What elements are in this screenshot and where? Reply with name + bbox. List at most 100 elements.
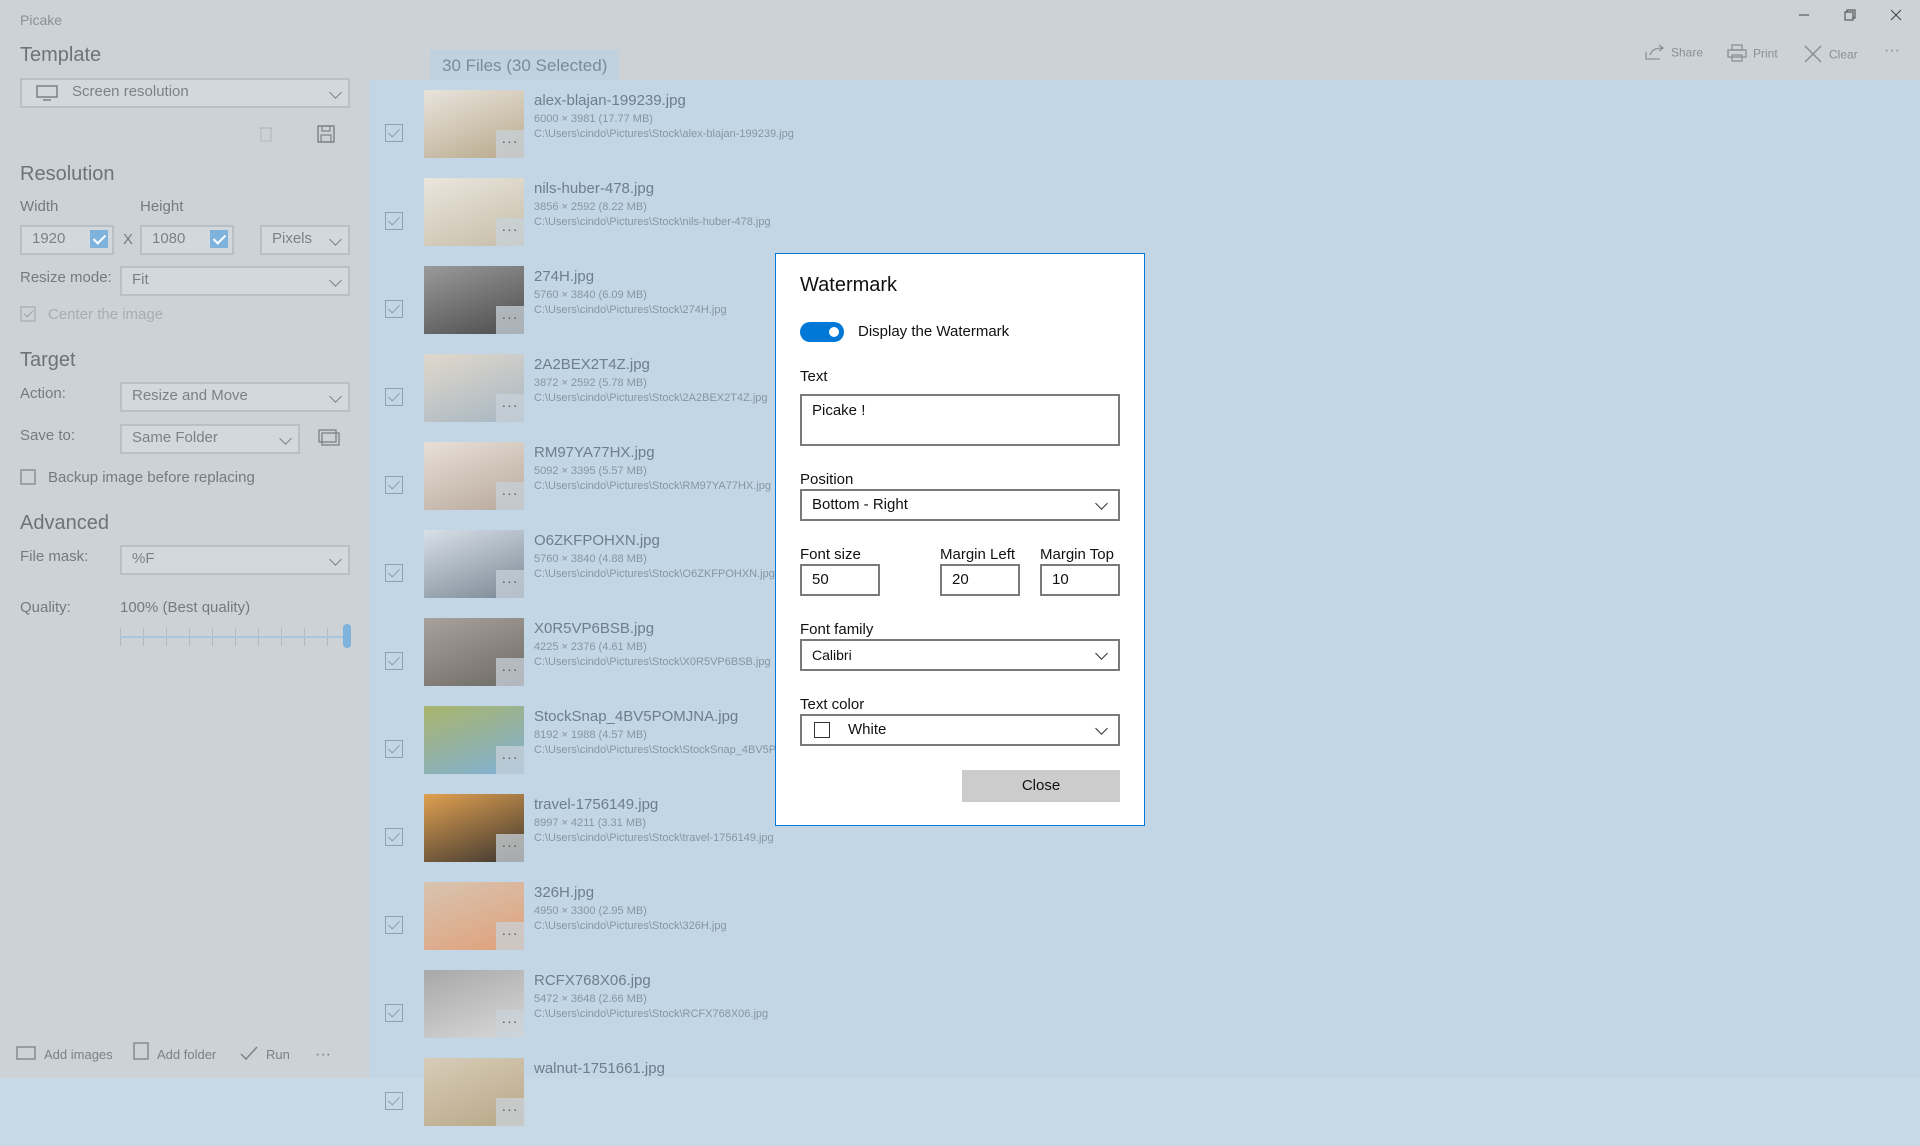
file-checkbox[interactable] <box>385 564 403 582</box>
action-dropdown[interactable]: Resize and Move <box>120 382 350 412</box>
file-options-button[interactable]: ··· <box>496 922 524 950</box>
file-checkbox[interactable] <box>385 476 403 494</box>
chevron-down-icon <box>1095 497 1108 510</box>
file-checkbox[interactable] <box>385 828 403 846</box>
position-value: Bottom - Right <box>812 496 908 513</box>
more-options-button[interactable]: ··· <box>315 1032 331 1078</box>
file-row[interactable]: ··· alex-blajan-199239.jpg 6000 × 3981 (17… <box>370 90 1920 178</box>
file-name: 326H.jpg <box>534 884 595 901</box>
watermark-dialog: Watermark Display the Watermark Text Pic… <box>775 253 1145 826</box>
template-value: Screen resolution <box>72 83 189 100</box>
file-row[interactable]: ··· travel-1756149.jpg 8997 × 4211 (3.31 M… <box>370 794 1920 882</box>
width-input[interactable]: 1920 <box>20 225 114 255</box>
file-checkbox[interactable] <box>385 916 403 934</box>
width-label: Width <box>20 198 59 215</box>
file-row[interactable]: ··· StockSnap_4BV5POMJNA.jpg 8192 × 1988 (… <box>370 706 1920 794</box>
file-checkbox[interactable] <box>385 212 403 230</box>
watermark-toggle-label: Display the Watermark <box>858 323 1010 340</box>
height-lock-checkbox[interactable] <box>210 230 228 248</box>
resize-mode-dropdown[interactable]: Fit <box>120 266 350 296</box>
position-dropdown[interactable]: Bottom - Right <box>800 489 1120 521</box>
height-input[interactable]: 1080 <box>140 225 234 255</box>
file-name: 274H.jpg <box>534 268 595 285</box>
action-label: Action: <box>20 385 66 402</box>
file-checkbox[interactable] <box>385 388 403 406</box>
text-color-dropdown[interactable]: White <box>800 714 1120 746</box>
save-to-dropdown[interactable]: Same Folder <box>120 424 300 454</box>
file-options-button[interactable]: ··· <box>496 658 524 686</box>
file-options-button[interactable]: ··· <box>496 130 524 158</box>
file-checkbox[interactable] <box>385 300 403 318</box>
file-row[interactable]: ··· RCFX768X06.jpg 5472 × 3648 (2.66 MB) C:… <box>370 970 1920 1058</box>
file-thumbnail: ··· <box>424 354 524 422</box>
file-thumbnail: ··· <box>424 1058 524 1126</box>
file-row[interactable]: ··· RM97YA77HX.jpg 5092 × 3395 (5.57 MB) C:… <box>370 442 1920 530</box>
width-lock-checkbox[interactable] <box>90 230 108 248</box>
center-image-checkbox[interactable] <box>20 306 36 322</box>
add-folder-button[interactable]: Add folder <box>133 1032 216 1078</box>
text-color-value: White <box>848 721 887 738</box>
font-family-value: Calibri <box>812 647 852 663</box>
file-options-button[interactable]: ··· <box>496 482 524 510</box>
file-row[interactable]: ··· O6ZKFPOHXN.jpg 5760 × 3840 (4.88 MB) C:… <box>370 530 1920 618</box>
files-tab[interactable]: 30 Files (30 Selected) <box>430 50 620 80</box>
save-to-label: Save to: <box>20 427 76 444</box>
margin-top-input[interactable]: 10 <box>1040 564 1120 596</box>
file-thumbnail: ··· <box>424 530 524 598</box>
file-options-button[interactable]: ··· <box>496 746 524 774</box>
file-options-button[interactable]: ··· <box>496 306 524 334</box>
text-label: Text <box>800 368 828 385</box>
template-dropdown[interactable]: Screen resolution <box>20 78 350 108</box>
save-template-icon[interactable] <box>317 125 335 148</box>
file-checkbox[interactable] <box>385 1004 403 1022</box>
file-row[interactable]: ··· X0R5VP6BSB.jpg 4225 × 2376 (4.61 MB) C:… <box>370 618 1920 706</box>
file-options-button[interactable]: ··· <box>496 1098 524 1126</box>
restore-icon[interactable] <box>1844 8 1856 24</box>
file-checkbox[interactable] <box>385 124 403 142</box>
text-color-label: Text color <box>800 696 865 713</box>
file-options-button[interactable]: ··· <box>496 218 524 246</box>
file-path: C:\Users\cindo\Pictures\Stock\2A2BEX2T4Z… <box>534 392 768 404</box>
clear-button[interactable]: Clear <box>1803 44 1858 67</box>
file-thumbnail: ··· <box>424 442 524 510</box>
backup-checkbox[interactable] <box>20 469 36 485</box>
share-button[interactable]: Share <box>1645 44 1703 63</box>
file-options-button[interactable]: ··· <box>496 570 524 598</box>
file-checkbox[interactable] <box>385 1092 403 1110</box>
bottom-command-bar: Add images Add folder Run ··· <box>0 1032 370 1078</box>
font-family-dropdown[interactable]: Calibri <box>800 639 1120 671</box>
file-options-button[interactable]: ··· <box>496 834 524 862</box>
browse-folder-icon[interactable] <box>318 429 340 452</box>
delete-template-icon[interactable] <box>258 124 274 147</box>
file-mask-input[interactable]: %F <box>120 545 350 575</box>
file-row[interactable]: ··· walnut-1751661.jpg <box>370 1058 1920 1146</box>
close-window-icon[interactable] <box>1890 8 1902 24</box>
file-row[interactable]: ··· 326H.jpg 4950 × 3300 (2.95 MB) C:\Users… <box>370 882 1920 970</box>
file-name: StockSnap_4BV5POMJNA.jpg <box>534 708 739 725</box>
margin-left-input[interactable]: 20 <box>940 564 1020 596</box>
file-checkbox[interactable] <box>385 652 403 670</box>
file-options-button[interactable]: ··· <box>496 394 524 422</box>
file-name: nils-huber-478.jpg <box>534 180 655 197</box>
print-button[interactable]: Print <box>1727 44 1778 65</box>
add-images-button[interactable]: Add images <box>16 1032 113 1078</box>
quality-slider-thumb[interactable] <box>343 624 351 648</box>
file-name: 2A2BEX2T4Z.jpg <box>534 356 650 373</box>
file-checkbox[interactable] <box>385 740 403 758</box>
run-button[interactable]: Run <box>240 1032 290 1078</box>
watermark-text-field[interactable]: Picake ! <box>800 394 1120 446</box>
close-button[interactable]: Close <box>962 770 1120 802</box>
more-commands-button[interactable]: ··· <box>1884 42 1900 60</box>
file-dimensions: 5092 × 3395 (5.57 MB) <box>534 465 647 477</box>
watermark-toggle[interactable] <box>800 322 844 342</box>
unit-dropdown[interactable]: Pixels <box>260 225 350 255</box>
file-row[interactable]: ··· 2A2BEX2T4Z.jpg 3872 × 2592 (5.78 MB) C:… <box>370 354 1920 442</box>
font-size-input[interactable]: 50 <box>800 564 880 596</box>
chevron-down-icon <box>329 233 342 246</box>
file-row[interactable]: ··· nils-huber-478.jpg 3856 × 2592 (8.22 M… <box>370 178 1920 266</box>
file-row[interactable]: ··· 274H.jpg 5760 × 3840 (6.09 MB) C:\Users… <box>370 266 1920 354</box>
file-thumbnail: ··· <box>424 970 524 1038</box>
quality-slider[interactable] <box>120 636 350 638</box>
file-options-button[interactable]: ··· <box>496 1010 524 1038</box>
minimize-icon[interactable] <box>1798 8 1810 24</box>
